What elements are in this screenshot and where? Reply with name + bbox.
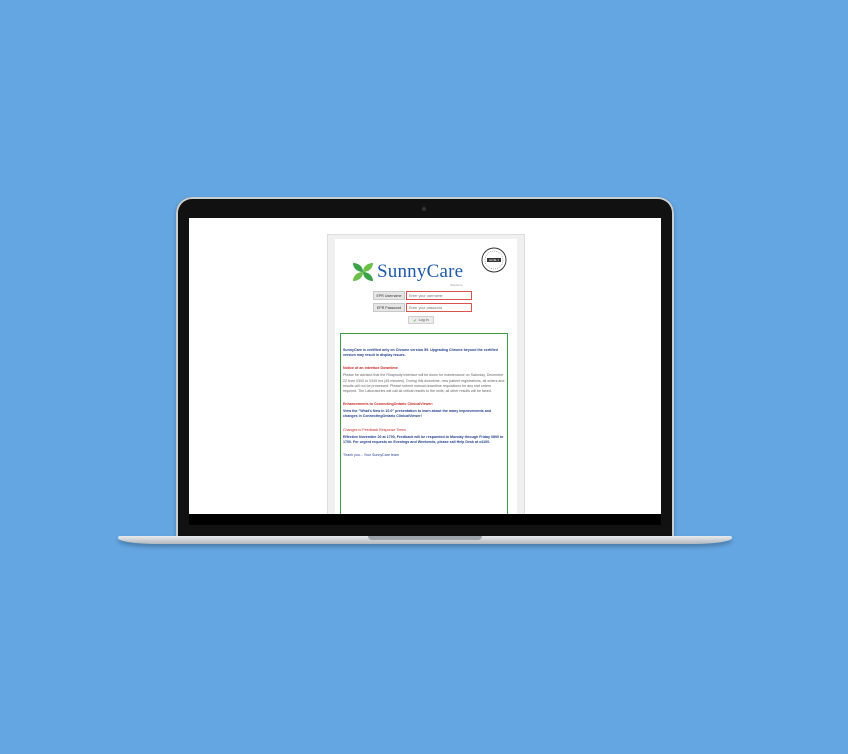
- login-page: SunnyCare Solutions LEVEL 2 EPR Username…: [335, 239, 517, 514]
- leaf-logo-icon: [353, 263, 373, 281]
- thanks-text: Thank you... Your SunnyCare team: [343, 453, 399, 458]
- password-label: EPR Password: [373, 303, 405, 312]
- username-label: EPR Username: [373, 291, 405, 300]
- enhancements-body: View the "What's New in 10.0" presentati…: [343, 409, 492, 419]
- password-input[interactable]: [406, 303, 472, 312]
- laptop-screen: SunnyCare Solutions LEVEL 2 EPR Username…: [189, 218, 661, 514]
- brand-name: SunnyCare: [377, 261, 464, 282]
- enhancements-heading: Enhancements to ConnectingOntario Clinic…: [343, 402, 433, 407]
- downtime-heading: Notice of an Interface Downtime: [343, 366, 398, 371]
- chrome-notice: SunnyCare is certified only on Chrome ve…: [343, 348, 498, 358]
- badge-text: LEVEL 2: [489, 258, 500, 262]
- certification-badge-icon: LEVEL 2: [481, 247, 507, 273]
- laptop-notch: [368, 536, 482, 540]
- checkmark-icon: ✔: [413, 317, 417, 323]
- camera-icon: [422, 207, 426, 211]
- notice-box: SunnyCare is certified only on Chrome ve…: [340, 333, 508, 514]
- login-button-label: Log In: [418, 318, 429, 322]
- login-button[interactable]: ✔ Log In: [408, 316, 434, 324]
- screen-bezel-bottom: [189, 514, 661, 525]
- username-row: EPR Username: [373, 291, 472, 300]
- desktop-scene: SunnyCare Solutions LEVEL 2 EPR Username…: [0, 0, 848, 754]
- login-page-panel: SunnyCare Solutions LEVEL 2 EPR Username…: [327, 234, 525, 514]
- feedback-heading: Changes to Feedback Response Times: [343, 427, 406, 432]
- feedback-body: Effective November 20 at 1700, Feedback …: [343, 434, 504, 444]
- password-row: EPR Password: [373, 303, 472, 312]
- downtime-body: Please be advised that the Rhapsody inte…: [343, 373, 505, 394]
- username-input[interactable]: [406, 291, 472, 300]
- brand-subtitle: Solutions: [450, 283, 463, 287]
